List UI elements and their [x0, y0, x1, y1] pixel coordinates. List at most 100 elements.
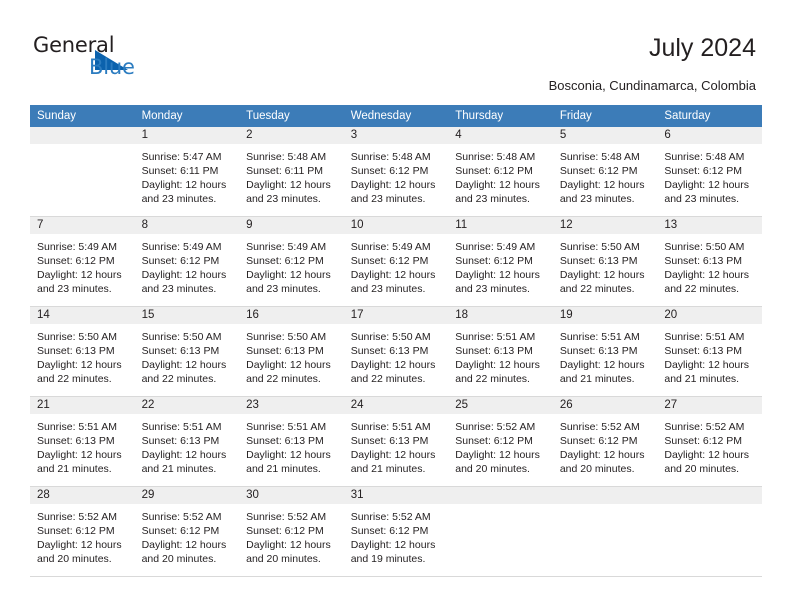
day-cell[interactable]: 8 Sunrise: 5:49 AM Sunset: 6:12 PM Dayli… [134, 216, 240, 307]
day-number: 2 [239, 127, 344, 144]
day-cell[interactable]: 22 Sunrise: 5:51 AM Sunset: 6:13 PM Dayl… [134, 396, 240, 487]
sunrise-text: Sunrise: 5:51 AM [455, 331, 536, 343]
sunset-text: Sunset: 6:13 PM [350, 345, 429, 357]
sunset-text: Sunset: 6:11 PM [246, 165, 323, 177]
daylight-text-line2: and 22 minutes. [664, 283, 740, 295]
sunset-text: Sunset: 6:12 PM [246, 255, 324, 267]
day-cell[interactable]: 1 Sunrise: 5:47 AM Sunset: 6:11 PM Dayli… [134, 127, 240, 217]
day-details: Sunrise: 5:52 AM Sunset: 6:12 PM Dayligh… [30, 504, 135, 576]
day-cell[interactable]: 18 Sunrise: 5:51 AM Sunset: 6:13 PM Dayl… [448, 306, 553, 397]
day-cell[interactable]: 16 Sunrise: 5:50 AM Sunset: 6:13 PM Dayl… [239, 306, 344, 397]
day-cell[interactable]: 26 Sunrise: 5:52 AM Sunset: 6:12 PM Dayl… [552, 396, 658, 487]
day-details: Sunrise: 5:51 AM Sunset: 6:13 PM Dayligh… [448, 324, 553, 396]
sunrise-text: Sunrise: 5:50 AM [246, 331, 327, 343]
day-cell[interactable]: 24 Sunrise: 5:51 AM Sunset: 6:13 PM Dayl… [343, 396, 449, 487]
day-cell[interactable]: 31 Sunrise: 5:52 AM Sunset: 6:12 PM Dayl… [343, 486, 449, 577]
sunset-text: Sunset: 6:12 PM [350, 165, 429, 177]
calendar-week-row: 21 Sunrise: 5:51 AM Sunset: 6:13 PM Dayl… [30, 396, 762, 487]
day-details: Sunrise: 5:51 AM Sunset: 6:13 PM Dayligh… [239, 414, 344, 486]
day-cell[interactable]: 10 Sunrise: 5:49 AM Sunset: 6:12 PM Dayl… [343, 216, 449, 307]
daylight-text-line1: Daylight: 12 hours [455, 359, 540, 371]
day-number [448, 487, 553, 504]
daylight-text-line2: and 22 minutes. [141, 373, 217, 385]
daylight-text-line2: and 23 minutes. [246, 283, 321, 295]
daylight-text-line2: and 20 minutes. [455, 463, 530, 475]
day-details: Sunrise: 5:52 AM Sunset: 6:12 PM Dayligh… [657, 414, 762, 486]
day-cell[interactable]: 17 Sunrise: 5:50 AM Sunset: 6:13 PM Dayl… [343, 306, 449, 397]
day-cell[interactable]: 23 Sunrise: 5:51 AM Sunset: 6:13 PM Dayl… [239, 396, 344, 487]
general-blue-logo[interactable]: General Blue [33, 33, 153, 81]
day-cell[interactable]: 29 Sunrise: 5:52 AM Sunset: 6:12 PM Dayl… [134, 486, 240, 577]
day-cell[interactable]: 25 Sunrise: 5:52 AM Sunset: 6:12 PM Dayl… [448, 396, 553, 487]
page-title: July 2024 [648, 34, 756, 62]
day-number: 26 [552, 397, 658, 414]
daylight-text-line1: Daylight: 12 hours [664, 359, 750, 371]
day-cell[interactable] [30, 127, 135, 217]
day-number: 18 [448, 307, 553, 324]
day-cell[interactable]: 6 Sunrise: 5:48 AM Sunset: 6:12 PM Dayli… [657, 127, 762, 217]
day-cell[interactable]: 3 Sunrise: 5:48 AM Sunset: 6:12 PM Dayli… [343, 127, 449, 217]
day-number: 27 [657, 397, 762, 414]
day-number: 14 [30, 307, 135, 324]
sunset-text: Sunset: 6:12 PM [37, 255, 115, 267]
sunrise-sunset-calendar-table: Sunday Monday Tuesday Wednesday Thursday… [30, 105, 762, 577]
calendar-week-row: 7 Sunrise: 5:49 AM Sunset: 6:12 PM Dayli… [30, 216, 762, 307]
day-cell[interactable]: 21 Sunrise: 5:51 AM Sunset: 6:13 PM Dayl… [30, 396, 135, 487]
day-cell[interactable]: 13 Sunrise: 5:50 AM Sunset: 6:13 PM Dayl… [657, 216, 762, 307]
day-cell[interactable]: 27 Sunrise: 5:52 AM Sunset: 6:12 PM Dayl… [657, 396, 762, 487]
day-cell[interactable] [552, 486, 658, 577]
day-cell[interactable]: 5 Sunrise: 5:48 AM Sunset: 6:12 PM Dayli… [552, 127, 658, 217]
day-cell[interactable]: 28 Sunrise: 5:52 AM Sunset: 6:12 PM Dayl… [30, 486, 135, 577]
sunset-text: Sunset: 6:13 PM [141, 435, 220, 447]
sunset-text: Sunset: 6:12 PM [664, 165, 743, 177]
daylight-text-line1: Daylight: 12 hours [246, 539, 331, 551]
sunrise-text: Sunrise: 5:48 AM [350, 151, 431, 163]
daylight-text-line2: and 21 minutes. [37, 463, 112, 475]
day-number: 25 [448, 397, 553, 414]
day-cell[interactable] [657, 486, 762, 577]
sunset-text: Sunset: 6:13 PM [455, 345, 533, 357]
day-cell[interactable]: 12 Sunrise: 5:50 AM Sunset: 6:13 PM Dayl… [552, 216, 658, 307]
sunset-text: Sunset: 6:13 PM [37, 435, 115, 447]
day-details: Sunrise: 5:50 AM Sunset: 6:13 PM Dayligh… [553, 234, 658, 306]
day-number: 30 [239, 487, 344, 504]
daylight-text-line2: and 20 minutes. [664, 463, 740, 475]
day-number: 21 [30, 397, 135, 414]
day-cell[interactable]: 15 Sunrise: 5:50 AM Sunset: 6:13 PM Dayl… [134, 306, 240, 397]
daylight-text-line1: Daylight: 12 hours [559, 449, 645, 461]
day-cell[interactable]: 11 Sunrise: 5:49 AM Sunset: 6:12 PM Dayl… [448, 216, 553, 307]
day-cell[interactable]: 4 Sunrise: 5:48 AM Sunset: 6:12 PM Dayli… [448, 127, 553, 217]
day-cell[interactable]: 19 Sunrise: 5:51 AM Sunset: 6:13 PM Dayl… [552, 306, 658, 397]
day-number: 23 [239, 397, 344, 414]
day-cell[interactable]: 7 Sunrise: 5:49 AM Sunset: 6:12 PM Dayli… [30, 216, 135, 307]
day-number: 29 [134, 487, 240, 504]
daylight-text-line1: Daylight: 12 hours [350, 269, 436, 281]
daylight-text-line1: Daylight: 12 hours [350, 179, 436, 191]
day-cell[interactable]: 30 Sunrise: 5:52 AM Sunset: 6:12 PM Dayl… [239, 486, 344, 577]
day-cell[interactable]: 9 Sunrise: 5:49 AM Sunset: 6:12 PM Dayli… [239, 216, 344, 307]
day-cell[interactable]: 2 Sunrise: 5:48 AM Sunset: 6:11 PM Dayli… [239, 127, 344, 217]
weekday-header-friday: Friday [552, 105, 658, 127]
sunrise-text: Sunrise: 5:50 AM [350, 331, 431, 343]
page-header: General Blue July 2024 Bosconia, Cundina… [0, 0, 792, 100]
daylight-text-line1: Daylight: 12 hours [350, 449, 436, 461]
daylight-text-line2: and 23 minutes. [37, 283, 112, 295]
daylight-text-line2: and 22 minutes. [455, 373, 530, 385]
daylight-text-line2: and 20 minutes. [559, 463, 635, 475]
daylight-text-line2: and 23 minutes. [455, 193, 530, 205]
day-cell[interactable]: 14 Sunrise: 5:50 AM Sunset: 6:13 PM Dayl… [30, 306, 135, 397]
day-details: Sunrise: 5:50 AM Sunset: 6:13 PM Dayligh… [344, 324, 449, 396]
day-cell[interactable] [448, 486, 553, 577]
day-details [553, 504, 658, 576]
sunrise-text: Sunrise: 5:49 AM [37, 241, 117, 253]
daylight-text-line1: Daylight: 12 hours [37, 269, 122, 281]
sunset-text: Sunset: 6:12 PM [559, 435, 638, 447]
sunset-text: Sunset: 6:12 PM [350, 255, 429, 267]
day-details: Sunrise: 5:49 AM Sunset: 6:12 PM Dayligh… [448, 234, 553, 306]
sunrise-text: Sunrise: 5:51 AM [350, 421, 431, 433]
calendar-week-row: 1 Sunrise: 5:47 AM Sunset: 6:11 PM Dayli… [30, 127, 762, 217]
daylight-text-line1: Daylight: 12 hours [246, 449, 331, 461]
day-cell[interactable]: 20 Sunrise: 5:51 AM Sunset: 6:13 PM Dayl… [657, 306, 762, 397]
daylight-text-line1: Daylight: 12 hours [141, 359, 227, 371]
sunrise-text: Sunrise: 5:47 AM [141, 151, 222, 163]
